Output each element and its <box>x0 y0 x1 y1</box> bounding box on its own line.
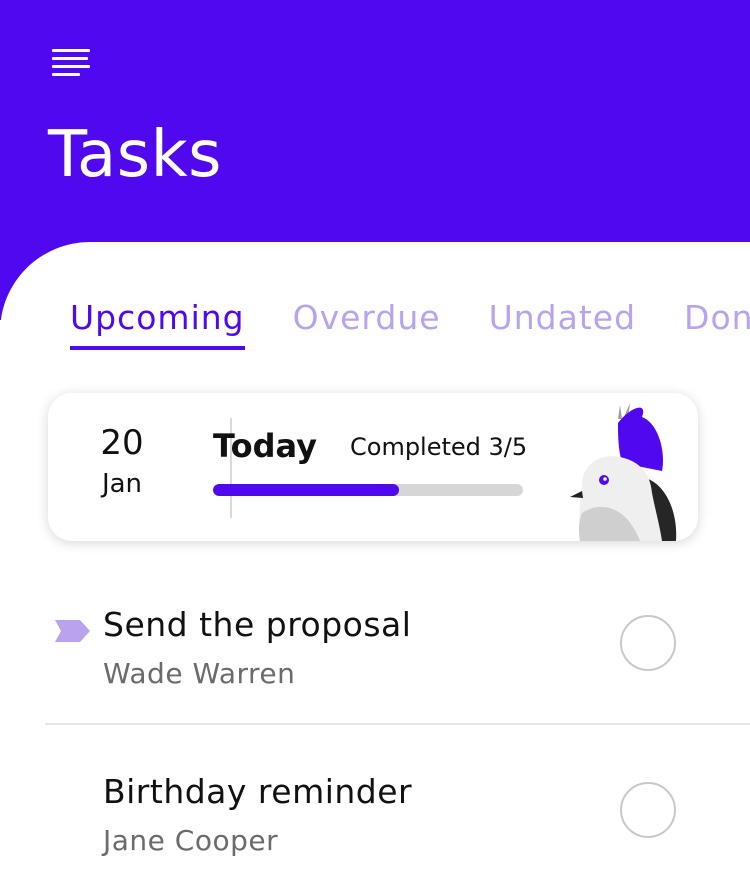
tag-icon <box>55 620 90 642</box>
list-divider <box>45 723 750 725</box>
tab-upcoming[interactable]: Upcoming <box>70 298 245 350</box>
progress-fill <box>213 484 399 496</box>
menu-button[interactable] <box>50 44 94 80</box>
hamburger-menu-icon <box>52 49 90 52</box>
menu-line <box>52 57 88 60</box>
menu-line <box>52 73 80 76</box>
today-summary-card: 20 Jan Today Completed 3/5 <box>48 393 698 541</box>
date-day: 20 <box>100 423 144 463</box>
tab-done[interactable]: Done <box>684 298 750 338</box>
task-item[interactable]: Birthday reminder Jane Cooper <box>0 772 750 891</box>
task-checkbox[interactable] <box>620 615 676 671</box>
tab-bar: Upcoming Overdue Undated Done <box>70 298 750 350</box>
progress-bar <box>213 484 523 496</box>
task-assignee: Wade Warren <box>103 657 296 690</box>
tab-overdue[interactable]: Overdue <box>293 298 441 338</box>
task-item[interactable]: Send the proposal Wade Warren <box>0 605 750 725</box>
tab-undated[interactable]: Undated <box>489 298 636 338</box>
task-assignee: Jane Cooper <box>103 824 279 857</box>
task-checkbox[interactable] <box>620 782 676 838</box>
menu-line <box>52 65 90 68</box>
today-label: Today <box>213 427 317 465</box>
completed-count: Completed 3/5 <box>350 433 528 461</box>
bird-illustration <box>570 403 677 541</box>
date-month: Jan <box>101 468 143 499</box>
task-title: Send the proposal <box>103 605 412 644</box>
date-block: 20 Jan <box>48 423 196 502</box>
task-title: Birthday reminder <box>103 772 413 811</box>
page-title: Tasks <box>48 118 222 192</box>
